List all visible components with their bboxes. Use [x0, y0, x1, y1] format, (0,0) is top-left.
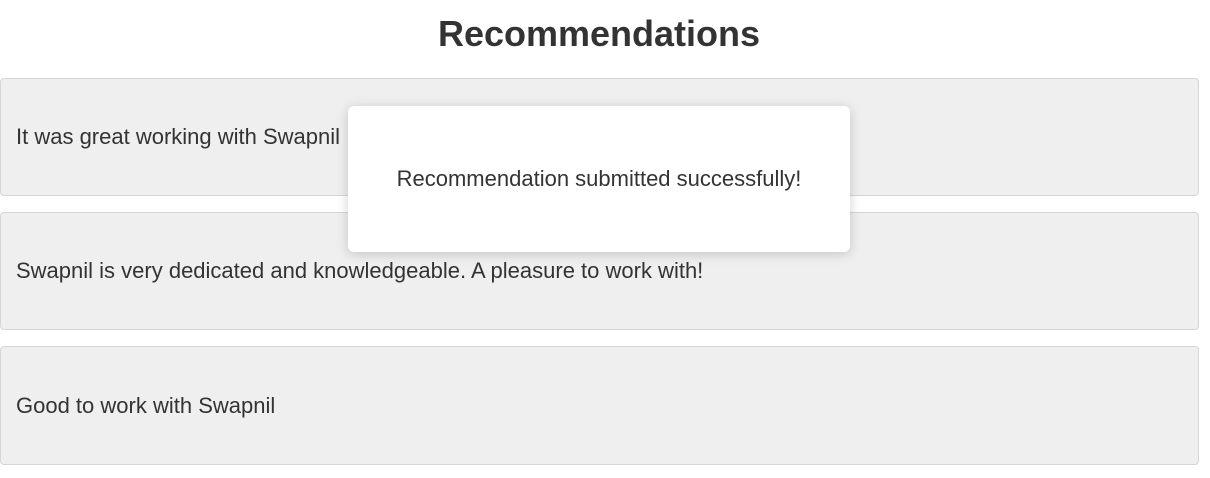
- success-toast[interactable]: Recommendation submitted successfully!: [348, 106, 850, 252]
- recommendations-page: Recommendations It was great working wit…: [0, 0, 1210, 478]
- recommendation-text: Swapnil is very dedicated and knowledgea…: [16, 258, 704, 283]
- recommendation-text: It was great working with Swapnil: [16, 124, 341, 149]
- toast-message: Recommendation submitted successfully!: [396, 166, 802, 191]
- page-title: Recommendations: [437, 13, 761, 54]
- recommendation-card: Good to work with Swapnil: [0, 346, 1199, 465]
- recommendation-text: Good to work with Swapnil: [16, 392, 276, 418]
